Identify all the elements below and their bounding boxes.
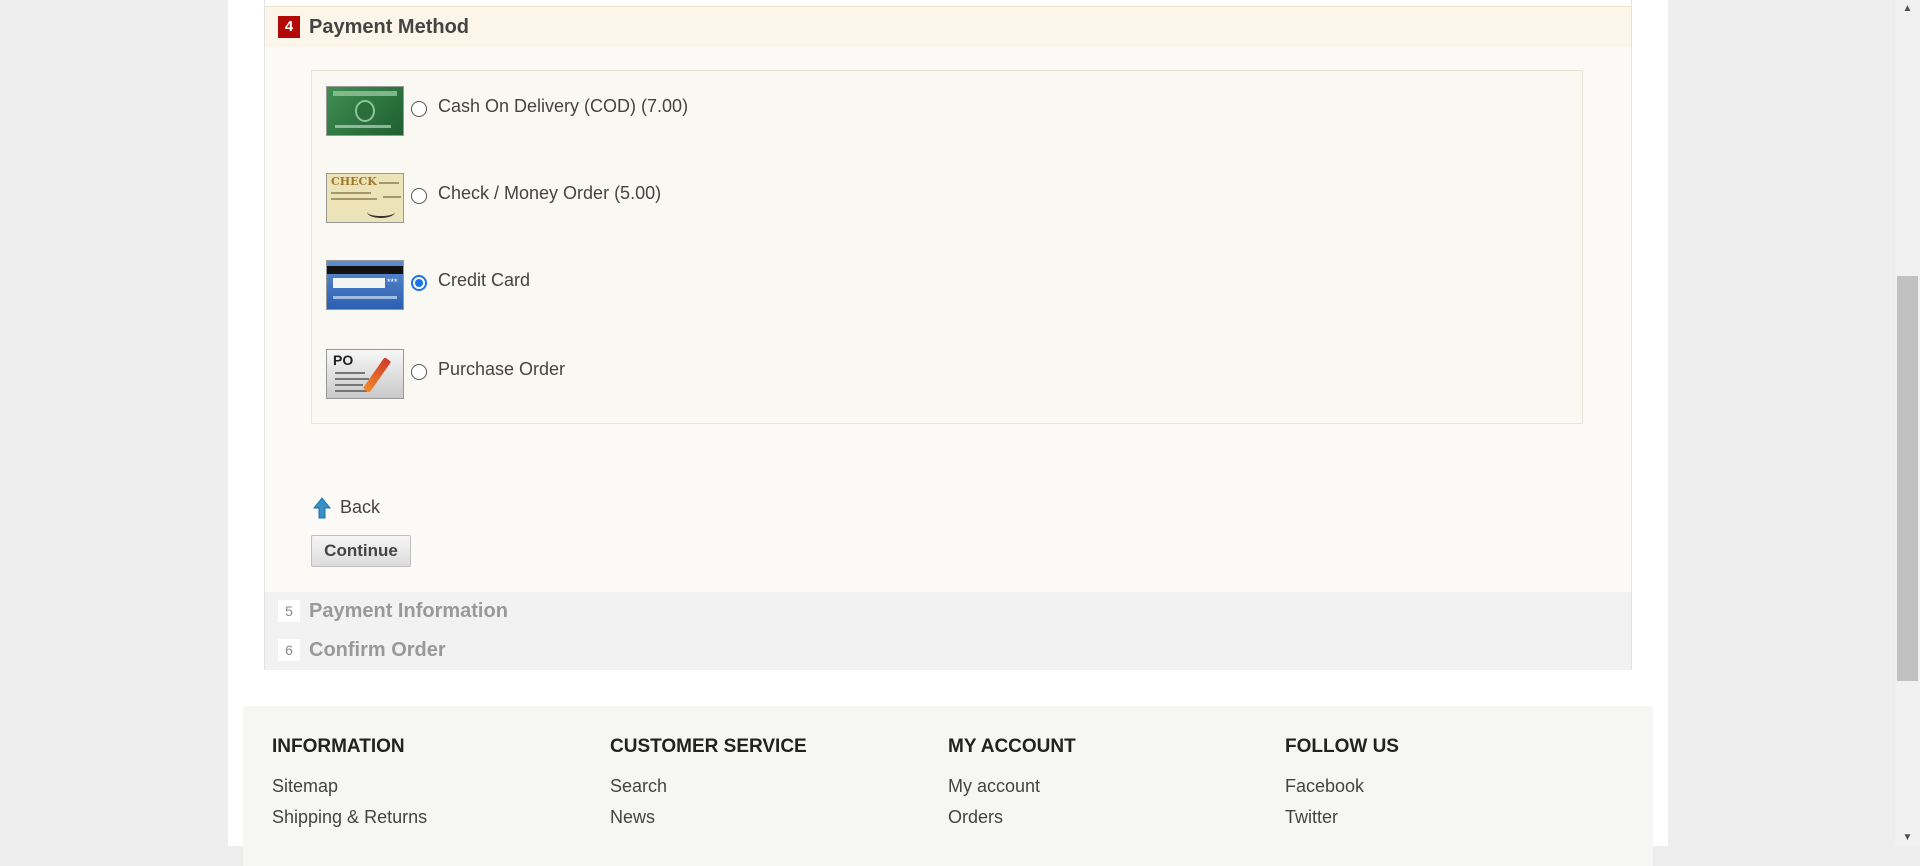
step-title: Confirm Order (309, 639, 446, 661)
footer: INFORMATION Sitemap Shipping & Returns C… (243, 706, 1653, 866)
continue-button[interactable]: Continue (311, 535, 411, 567)
payment-method-label[interactable]: Purchase Order (438, 359, 565, 380)
payment-radio-credit-card[interactable] (411, 275, 427, 291)
payment-method-check[interactable]: CHECK Check / Money Order (5.00) (326, 173, 1226, 225)
cod-card-image (326, 86, 404, 136)
arrow-up-icon (313, 497, 331, 519)
footer-link-orders[interactable]: Orders (948, 805, 1248, 836)
check-image: CHECK (326, 173, 404, 223)
step-number: 4 (278, 16, 300, 38)
footer-heading: INFORMATION (272, 736, 405, 757)
scrollbar-thumb[interactable] (1897, 276, 1918, 681)
step-payment-method-header[interactable]: 4 Payment Method (265, 6, 1631, 48)
vertical-scrollbar[interactable]: ▲ ▼ (1895, 0, 1920, 846)
footer-heading: CUSTOMER SERVICE (610, 736, 807, 757)
payment-method-cod[interactable]: Cash On Delivery (COD) (7.00) (326, 86, 1226, 138)
payment-method-credit-card[interactable]: *** Credit Card (326, 260, 1226, 312)
footer-column-follow-us: FOLLOW US Facebook Twitter (1285, 736, 1585, 836)
footer-column-customer-service: CUSTOMER SERVICE Search News (610, 736, 910, 836)
footer-link-my-account[interactable]: My account (948, 774, 1248, 805)
payment-method-purchase-order[interactable]: PO Purchase Order (326, 349, 1226, 401)
payment-method-body: Cash On Delivery (COD) (7.00) CHECK Chec… (265, 47, 1631, 592)
payment-radio-cod[interactable] (411, 101, 427, 117)
checkout-steps: 4 Payment Method Cash On Delivery (COD) … (264, 0, 1632, 670)
payment-method-label[interactable]: Check / Money Order (5.00) (438, 183, 661, 204)
footer-link-sitemap[interactable]: Sitemap (272, 774, 572, 805)
footer-column-information: INFORMATION Sitemap Shipping & Returns (272, 736, 572, 836)
step-title: Payment Information (309, 600, 508, 622)
payment-radio-check[interactable] (411, 188, 427, 204)
footer-link-news[interactable]: News (610, 805, 910, 836)
footer-heading: MY ACCOUNT (948, 736, 1076, 757)
scroll-down-arrow-icon[interactable]: ▼ (1895, 829, 1920, 846)
footer-heading: FOLLOW US (1285, 736, 1399, 757)
step-title: Payment Method (309, 16, 470, 38)
step-number: 6 (278, 639, 300, 661)
step-confirm-order[interactable]: 6 Confirm Order (265, 631, 1631, 670)
back-label[interactable]: Back (340, 497, 380, 518)
footer-link-twitter[interactable]: Twitter (1285, 805, 1585, 836)
footer-link-search[interactable]: Search (610, 774, 910, 805)
purchase-order-image: PO (326, 349, 404, 399)
payment-method-label[interactable]: Credit Card (438, 270, 530, 291)
footer-column-my-account: MY ACCOUNT My account Orders (948, 736, 1248, 836)
payment-method-label[interactable]: Cash On Delivery (COD) (7.00) (438, 96, 688, 117)
step-payment-information[interactable]: 5 Payment Information (265, 592, 1631, 631)
payment-radio-purchase-order[interactable] (411, 364, 427, 380)
scroll-up-arrow-icon[interactable]: ▲ (1895, 0, 1920, 17)
footer-link-shipping-returns[interactable]: Shipping & Returns (272, 805, 572, 836)
footer-link-facebook[interactable]: Facebook (1285, 774, 1585, 805)
credit-card-image: *** (326, 260, 404, 310)
step-number: 5 (278, 600, 300, 622)
payment-methods-list: Cash On Delivery (COD) (7.00) CHECK Chec… (311, 70, 1583, 424)
